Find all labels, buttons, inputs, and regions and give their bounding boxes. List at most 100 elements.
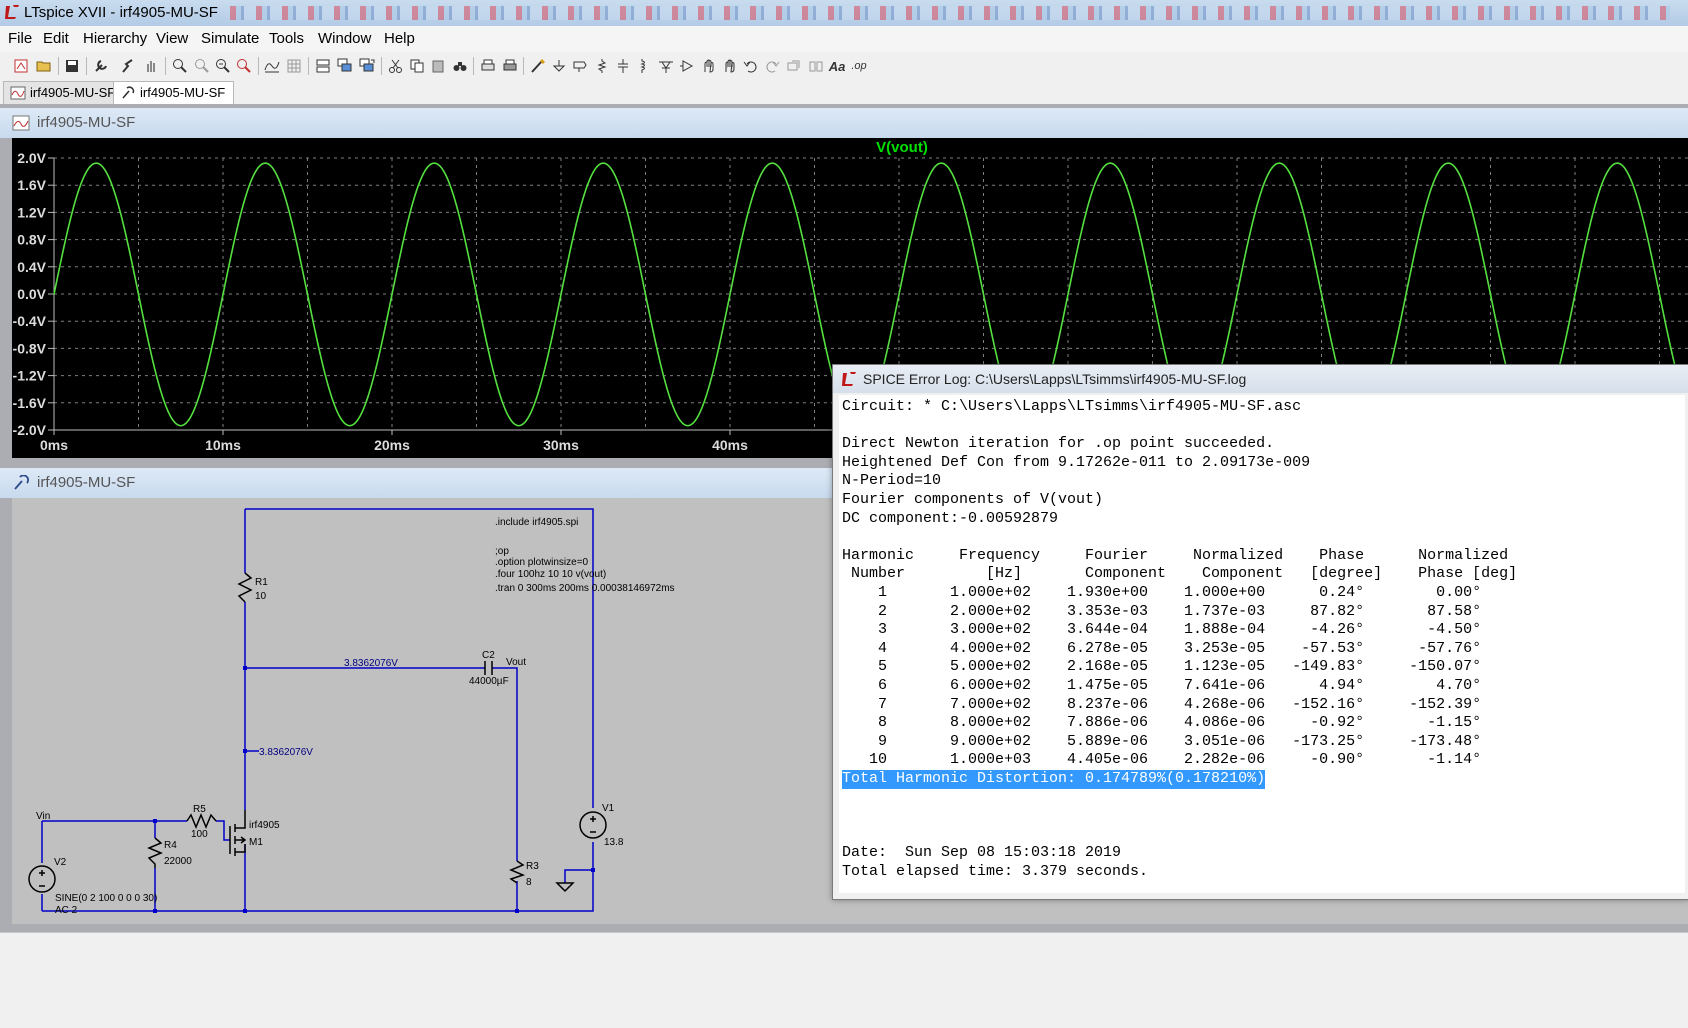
menu-hierarchy[interactable]: Hierarchy [83,30,147,47]
tile-horizontal-icon[interactable] [313,56,333,76]
toolbar: Aa .op [0,52,1688,81]
ltspice-logo-icon [842,372,856,386]
print-setup-icon[interactable] [478,56,498,76]
zoom-out-icon[interactable] [213,56,233,76]
move-icon[interactable] [699,56,719,76]
log-line: N-Period=10 [842,472,942,490]
menu-simulate[interactable]: Simulate [201,30,259,47]
spice-directive-icon[interactable]: .op [849,56,869,76]
y-tick-label: 0.8V [17,232,46,248]
label-net-icon[interactable] [570,56,590,76]
resistor-icon[interactable] [592,56,612,76]
c2-name: C2 [482,650,495,661]
grid-icon[interactable] [284,56,304,76]
zoom-in-icon[interactable] [170,56,190,76]
log-line: Date: Sun Sep 08 15:03:18 2019 [842,844,1122,862]
find-icon[interactable] [450,56,470,76]
net-label-vin: Vin [36,811,50,822]
x-tick-label: 0ms [40,437,68,453]
drag-icon[interactable] [720,56,740,76]
redo-icon[interactable] [762,56,782,76]
chart-title: V(vout) [876,139,928,156]
menu-bar: File Edit Hierarchy View Simulate Tools … [0,26,1688,52]
y-tick-label: 1.6V [17,177,46,193]
diode-icon[interactable] [656,56,676,76]
inductor-icon[interactable] [634,56,654,76]
error-log-title-bar[interactable]: SPICE Error Log: C:\Users\Lapps\LTsimms\… [833,365,1688,393]
copy-icon[interactable] [407,56,427,76]
log-line: Circuit: * C:\Users\Lapps\LTsimms\irf490… [842,398,1302,415]
v2-symbol [28,865,56,893]
tab-schematic[interactable]: irf4905-MU-SF [113,81,235,104]
wire-icon[interactable] [528,56,548,76]
paste-icon[interactable] [428,56,448,76]
directive-include[interactable]: .include irf4905.spi [495,517,578,528]
log-line: 1 1.000e+02 1.930e+00 1.000e+00 0.24° 0.… [842,584,1482,601]
directive-tran[interactable]: .tran 0 300ms 200ms 0.00038146972ms [495,583,675,594]
ground-icon[interactable] [549,56,569,76]
menu-tools[interactable]: Tools [269,30,304,47]
log-line: 3 3.000e+02 3.644e-04 1.888e-04 -4.26° -… [842,621,1482,639]
waveform-icon [12,115,30,131]
log-line: 5 5.000e+02 2.168e-05 1.123e-05 -149.83°… [842,658,1482,676]
cut-icon[interactable] [386,56,406,76]
status-bar [0,932,1688,1028]
menu-window[interactable]: Window [318,30,371,47]
spice-directives[interactable]: .include irf4905.spi ;op .option plotwin… [495,517,675,594]
y-tick-label: 2.0V [17,150,46,166]
r1-name: R1 [255,577,268,588]
print-icon[interactable] [500,56,520,76]
component-icon[interactable] [677,56,697,76]
r3-name: R3 [526,861,539,872]
run-icon[interactable] [118,56,138,76]
rotate-icon[interactable] [784,56,804,76]
log-line: 6 6.000e+02 1.475e-05 7.641e-06 4.94° 4.… [842,677,1482,694]
halt-icon[interactable] [141,56,161,76]
directive-option[interactable]: .option plotwinsize=0 [495,557,589,568]
log-line: 7 7.000e+02 8.237e-06 4.268e-06 -152.16°… [842,695,1482,713]
op-point-label: 3.8362076V [259,747,313,758]
ground-symbol [555,882,575,893]
menu-help[interactable]: Help [384,30,415,47]
text-icon[interactable]: Aa [827,56,847,76]
r5-value: 100 [191,829,208,840]
net-label-vout: Vout [506,657,526,668]
save-icon[interactable] [62,56,82,76]
m1-name: M1 [249,837,263,848]
control-panel-icon[interactable] [91,56,111,76]
directive-op[interactable]: ;op [495,546,509,557]
menu-view[interactable]: View [156,30,188,47]
tile-vertical-icon[interactable] [357,56,377,76]
log-line: Harmonic Frequency Fourier Normalized Ph… [842,546,1509,564]
thd-result-line: Total Harmonic Distortion: 0.174789%(0.1… [842,770,1266,789]
zoom-fit-icon[interactable] [234,56,254,76]
cascade-icon[interactable] [335,56,355,76]
menu-edit[interactable]: Edit [43,30,69,47]
autorange-icon[interactable] [262,56,282,76]
y-tick-label: 0.4V [17,259,46,275]
r1-value: 10 [255,591,267,602]
op-point-label: 3.8362076V [344,658,398,669]
m1-symbol [229,810,247,856]
open-icon[interactable] [34,56,54,76]
directive-four[interactable]: .four 100hz 10 10 v(vout) [495,569,606,580]
capacitor-icon[interactable] [613,56,633,76]
title-bar-decoration [230,6,1670,20]
log-line: Fourier components of V(vout) [842,491,1104,508]
r5-name: R5 [193,804,206,815]
error-log-text[interactable]: Circuit: * C:\Users\Lapps\LTsimms\irf490… [839,395,1685,893]
log-line: 2 2.000e+02 3.353e-03 1.737e-03 87.82° 8… [842,602,1482,620]
new-schematic-icon[interactable] [11,56,31,76]
menu-file[interactable]: File [8,30,32,47]
c2-value: 44000µF [469,676,509,687]
x-tick-label: 20ms [374,437,410,453]
v1-name: V1 [602,803,615,814]
r5-symbol [186,813,217,829]
undo-icon[interactable] [741,56,761,76]
mirror-icon[interactable] [806,56,826,76]
r3-value: 8 [526,877,532,888]
log-line: 10 1.000e+03 4.405e-06 2.282e-06 -0.90° … [842,751,1482,769]
zoom-pan-icon[interactable] [192,56,212,76]
plot-pane-title[interactable]: irf4905-MU-SF [0,108,1688,138]
tab-waveform[interactable]: irf4905-MU-SF [3,81,125,104]
